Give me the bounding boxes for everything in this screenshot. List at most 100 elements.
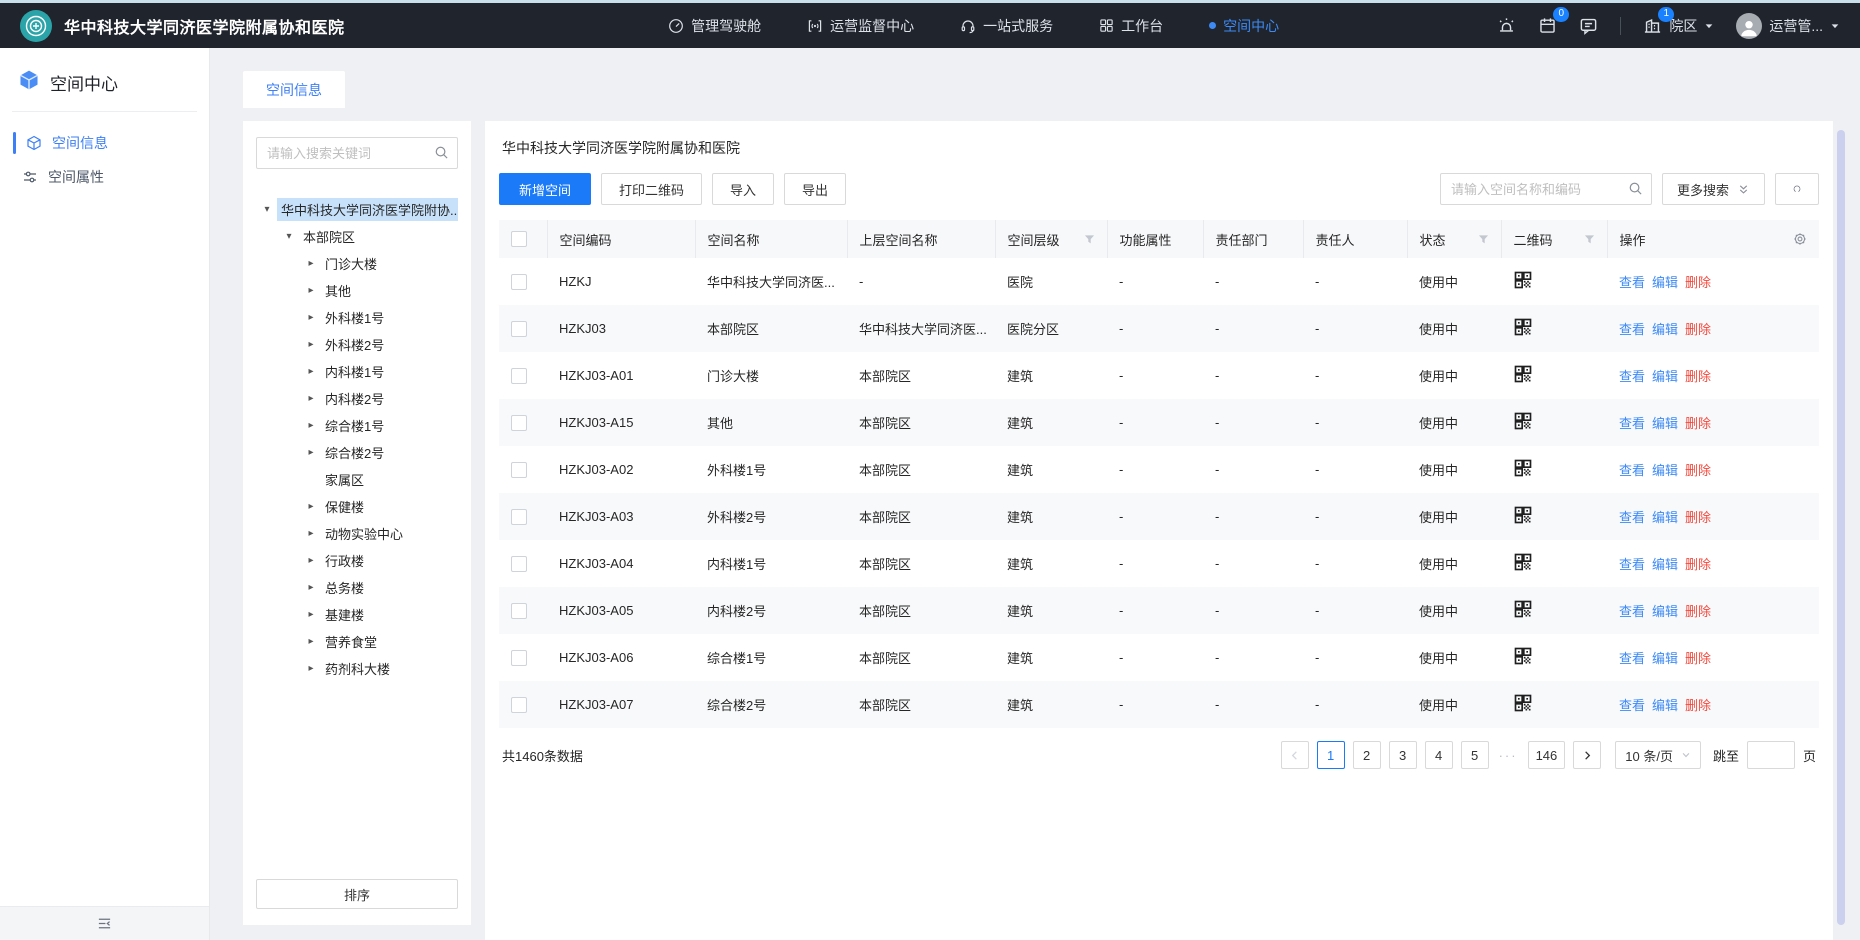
page-button-4[interactable]: 4: [1425, 741, 1453, 769]
tree-node[interactable]: ▸营养食堂: [256, 628, 458, 655]
page-button-2[interactable]: 2: [1353, 741, 1381, 769]
caret-icon[interactable]: ▸: [304, 663, 318, 674]
qr-code-icon[interactable]: [1513, 317, 1533, 337]
row-checkbox[interactable]: [511, 415, 527, 431]
add-space-button[interactable]: 新增空间: [499, 173, 591, 205]
tree-node[interactable]: ▸动物实验中心: [256, 520, 458, 547]
sidebar-item-sliders[interactable]: 空间属性: [0, 160, 209, 194]
caret-icon[interactable]: ▸: [304, 555, 318, 566]
row-checkbox[interactable]: [511, 321, 527, 337]
view-link[interactable]: 查看: [1619, 463, 1645, 478]
collapse-sidebar-icon[interactable]: [97, 916, 112, 931]
edit-link[interactable]: 编辑: [1652, 651, 1678, 666]
delete-link[interactable]: 删除: [1685, 416, 1711, 431]
filter-icon[interactable]: [1584, 234, 1595, 245]
column-settings-icon[interactable]: [1793, 232, 1807, 246]
caret-icon[interactable]: ▸: [304, 447, 318, 458]
edit-link[interactable]: 编辑: [1652, 604, 1678, 619]
message-icon[interactable]: [1579, 16, 1598, 35]
filter-icon[interactable]: [1478, 234, 1489, 245]
tree-node[interactable]: ▸内科楼2号: [256, 385, 458, 412]
page-button-146[interactable]: 146: [1528, 741, 1566, 769]
tree-node[interactable]: ▸外科楼1号: [256, 304, 458, 331]
caret-icon[interactable]: ▸: [304, 393, 318, 404]
edit-link[interactable]: 编辑: [1652, 698, 1678, 713]
view-link[interactable]: 查看: [1619, 557, 1645, 572]
tree-node[interactable]: ▸其他: [256, 277, 458, 304]
refresh-button[interactable]: [1775, 173, 1819, 205]
search-icon[interactable]: [1628, 181, 1643, 201]
delete-link[interactable]: 删除: [1685, 557, 1711, 572]
caret-icon[interactable]: ▸: [304, 285, 318, 296]
caret-icon[interactable]: ▸: [304, 528, 318, 539]
edit-link[interactable]: 编辑: [1652, 369, 1678, 384]
caret-icon[interactable]: ▾: [260, 204, 274, 215]
tree-node[interactable]: ▸行政楼: [256, 547, 458, 574]
row-checkbox[interactable]: [511, 697, 527, 713]
qr-code-icon[interactable]: [1513, 364, 1533, 384]
edit-link[interactable]: 编辑: [1652, 557, 1678, 572]
view-link[interactable]: 查看: [1619, 651, 1645, 666]
delete-link[interactable]: 删除: [1685, 651, 1711, 666]
page-button-5[interactable]: 5: [1461, 741, 1489, 769]
search-icon[interactable]: [434, 145, 449, 165]
page-ellipsis[interactable]: ···: [1497, 748, 1520, 763]
next-page-button[interactable]: [1573, 741, 1601, 769]
caret-icon[interactable]: ▸: [304, 609, 318, 620]
tree-node[interactable]: ▸保健楼: [256, 493, 458, 520]
tree-node[interactable]: ▸基建楼: [256, 601, 458, 628]
tree-node[interactable]: ▸综合楼1号: [256, 412, 458, 439]
row-checkbox[interactable]: [511, 603, 527, 619]
caret-icon[interactable]: ▸: [304, 420, 318, 431]
view-link[interactable]: 查看: [1619, 604, 1645, 619]
alarm-icon[interactable]: [1497, 16, 1516, 35]
print-qr-button[interactable]: 打印二维码: [601, 173, 702, 205]
export-button[interactable]: 导出: [784, 173, 846, 205]
more-search-button[interactable]: 更多搜索: [1662, 173, 1765, 205]
table-search-input[interactable]: [1440, 173, 1652, 205]
filter-icon[interactable]: [1084, 234, 1095, 245]
user-menu[interactable]: 运营管...: [1736, 13, 1840, 39]
row-checkbox[interactable]: [511, 509, 527, 525]
tree-node[interactable]: ▸药剂科大楼: [256, 655, 458, 682]
delete-link[interactable]: 删除: [1685, 510, 1711, 525]
header-checkbox[interactable]: [511, 231, 527, 247]
jump-page-input[interactable]: [1747, 741, 1795, 769]
calendar-icon[interactable]: 0: [1538, 16, 1557, 35]
caret-icon[interactable]: ▸: [304, 582, 318, 593]
delete-link[interactable]: 删除: [1685, 322, 1711, 337]
page-size-select[interactable]: 10 条/页: [1615, 741, 1701, 769]
qr-code-icon[interactable]: [1513, 646, 1533, 666]
caret-icon[interactable]: ▸: [304, 258, 318, 269]
row-checkbox[interactable]: [511, 556, 527, 572]
caret-icon[interactable]: ▸: [304, 636, 318, 647]
delete-link[interactable]: 删除: [1685, 698, 1711, 713]
tree-node[interactable]: ▾华中科技大学同济医学院附协...: [256, 196, 458, 223]
tree-node[interactable]: 家属区: [256, 466, 458, 493]
import-button[interactable]: 导入: [712, 173, 774, 205]
qr-code-icon[interactable]: [1513, 411, 1533, 431]
tree-node[interactable]: ▸内科楼1号: [256, 358, 458, 385]
edit-link[interactable]: 编辑: [1652, 275, 1678, 290]
view-link[interactable]: 查看: [1619, 416, 1645, 431]
qr-code-icon[interactable]: [1513, 552, 1533, 572]
caret-icon[interactable]: ▾: [282, 231, 296, 242]
row-checkbox[interactable]: [511, 274, 527, 290]
tab-space-info[interactable]: 空间信息: [243, 71, 345, 108]
page-button-1[interactable]: 1: [1317, 741, 1345, 769]
delete-link[interactable]: 删除: [1685, 604, 1711, 619]
caret-icon[interactable]: ▸: [304, 339, 318, 350]
view-link[interactable]: 查看: [1619, 510, 1645, 525]
delete-link[interactable]: 删除: [1685, 369, 1711, 384]
caret-icon[interactable]: ▸: [304, 366, 318, 377]
nav-item-headset[interactable]: 一站式服务: [960, 16, 1053, 36]
nav-item-dashboard[interactable]: 管理驾驶舱: [668, 16, 761, 36]
view-link[interactable]: 查看: [1619, 275, 1645, 290]
qr-code-icon[interactable]: [1513, 693, 1533, 713]
view-link[interactable]: 查看: [1619, 698, 1645, 713]
nav-item-workbench[interactable]: 工作台: [1099, 16, 1163, 36]
tree-node[interactable]: ▸总务楼: [256, 574, 458, 601]
qr-code-icon[interactable]: [1513, 270, 1533, 290]
delete-link[interactable]: 删除: [1685, 463, 1711, 478]
page-button-3[interactable]: 3: [1389, 741, 1417, 769]
